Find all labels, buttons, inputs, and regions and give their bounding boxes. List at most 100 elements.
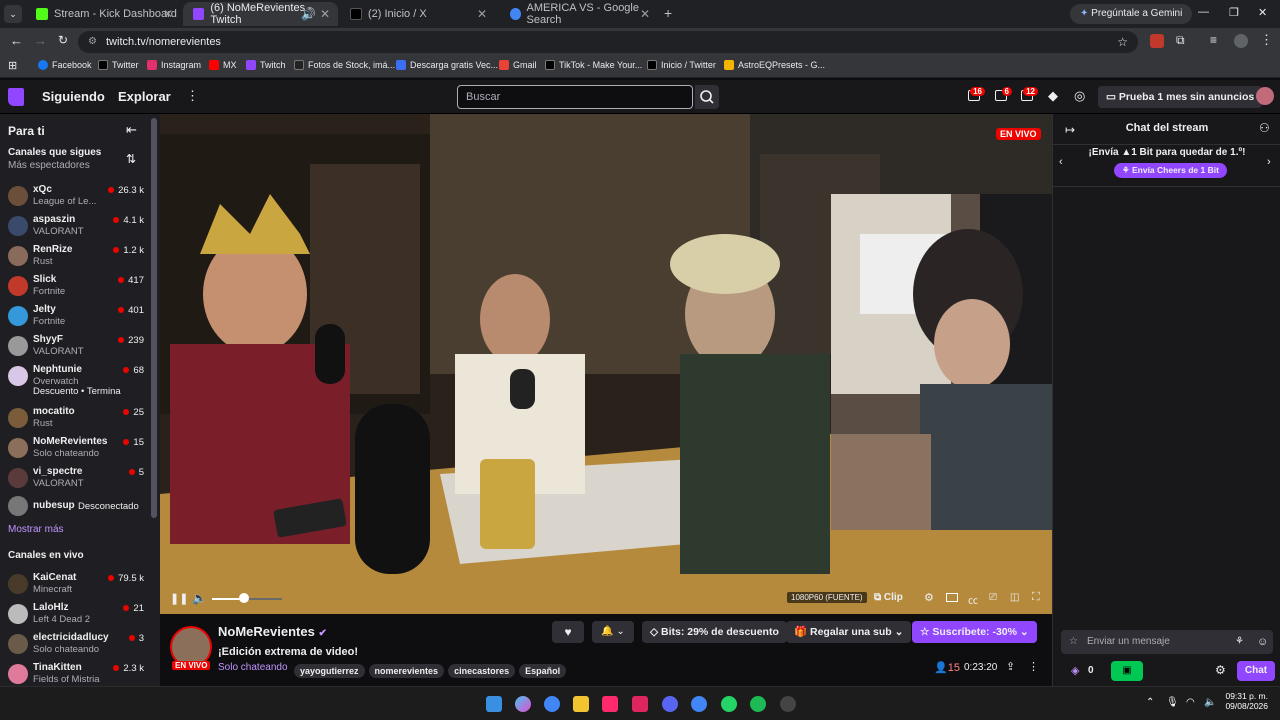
wifi-icon[interactable]: ◠ bbox=[1186, 697, 1195, 708]
sidebar-channel[interactable]: Slick Fortnite 417 bbox=[0, 272, 150, 302]
bookmark-facebook[interactable]: Facebook bbox=[38, 60, 92, 70]
captions-icon[interactable]: ㏄ bbox=[968, 592, 978, 607]
gemini-button[interactable]: ✦ Pregúntale a Gemini bbox=[1070, 4, 1193, 24]
volume-icon[interactable]: 🔈 bbox=[192, 591, 207, 605]
tray-chevron-icon[interactable]: ⌃ bbox=[1146, 697, 1154, 708]
bits-icon[interactable]: ◆ bbox=[1048, 88, 1058, 104]
vectary-icon[interactable] bbox=[632, 696, 648, 712]
sidebar-channel[interactable]: KaiCenat Minecraft 79.5 k bbox=[0, 570, 150, 600]
tab-list-button[interactable]: ⌄ bbox=[4, 5, 22, 23]
sidebar-channel-offline[interactable]: nubesup Desconectado bbox=[0, 492, 150, 522]
video-player[interactable]: EN VIVO ❚❚ 🔈 1080P60 (FUENTE) ⧉ Clip ⚙ ㏄… bbox=[160, 114, 1052, 614]
collapse-sidebar-icon[interactable]: ⇤ bbox=[126, 122, 137, 138]
follow-heart-button[interactable]: ♥ bbox=[552, 621, 584, 643]
bookmark-tiktok[interactable]: TikTok - Make Your... bbox=[545, 60, 642, 70]
bookmark-twitch[interactable]: Twitch bbox=[246, 60, 286, 70]
notifications-icon[interactable]: 12 bbox=[1021, 87, 1038, 101]
close-icon[interactable]: ✕ bbox=[320, 7, 330, 21]
maximize-button[interactable]: ❐ bbox=[1229, 6, 1239, 19]
sidebar-channel[interactable]: aspaszin VALORANT 4.1 k bbox=[0, 212, 150, 242]
windows-start-icon[interactable] bbox=[486, 696, 502, 712]
whatsapp-icon[interactable] bbox=[721, 696, 737, 712]
tab-x[interactable]: (2) Inicio / X ✕ bbox=[340, 2, 495, 26]
tab-google[interactable]: AMERICA VS - Google Search ✕ bbox=[500, 2, 658, 26]
sidebar-channel[interactable]: NoMeRevientes Solo chateando 15 bbox=[0, 434, 150, 464]
channel-points-icon[interactable]: ◈ bbox=[1071, 664, 1079, 677]
clip-button[interactable]: ⧉ Clip bbox=[874, 592, 903, 603]
nav-browse[interactable]: Explorar bbox=[118, 89, 171, 104]
spotify-icon[interactable] bbox=[750, 696, 766, 712]
tab-twitch[interactable]: (6) NoMeRevientes - Twitch 🔊 ✕ bbox=[183, 2, 338, 26]
close-window-button[interactable]: ✕ bbox=[1258, 6, 1267, 19]
pause-icon[interactable]: ❚❚ bbox=[170, 592, 188, 605]
tiktok-app-icon[interactable] bbox=[602, 696, 618, 712]
whispers-icon[interactable]: ◎ bbox=[1074, 88, 1085, 104]
theater-mode-icon[interactable] bbox=[946, 593, 958, 602]
user-avatar[interactable] bbox=[1256, 87, 1274, 105]
claim-bonus-button[interactable]: ▣ bbox=[1111, 661, 1143, 681]
drops-icon[interactable]: 6 bbox=[995, 87, 1012, 101]
forward-icon[interactable]: → bbox=[34, 33, 47, 48]
extensions-puzzle-icon[interactable]: ⧉ bbox=[1176, 33, 1185, 48]
clock[interactable]: 09:31 p. m. 09/08/2026 bbox=[1222, 691, 1268, 711]
turbo-button[interactable]: ▭ Prueba 1 mes sin anuncios bbox=[1098, 86, 1263, 108]
stream-tag[interactable]: yayogutierrez bbox=[294, 664, 365, 678]
bookmark-star-icon[interactable]: ☆ bbox=[1117, 31, 1128, 53]
close-icon[interactable]: ✕ bbox=[163, 7, 173, 21]
stream-tag[interactable]: cinecastores bbox=[448, 664, 516, 678]
back-icon[interactable]: ← bbox=[10, 33, 23, 48]
new-tab-button[interactable]: + bbox=[664, 5, 672, 21]
microphone-icon[interactable]: 🎙 bbox=[1166, 697, 1179, 708]
file-explorer-icon[interactable] bbox=[573, 696, 589, 712]
site-info-icon[interactable]: ⚙ bbox=[88, 31, 97, 53]
more-options-icon[interactable]: ⋮ bbox=[1028, 660, 1039, 673]
chat-badge-icon[interactable]: ☆ bbox=[1069, 630, 1078, 654]
chrome-menu-icon[interactable]: ⋮ bbox=[1260, 32, 1273, 48]
bookmark-inicio-twitter[interactable]: Inicio / Twitter bbox=[647, 60, 716, 70]
community-icon[interactable]: ⚇ bbox=[1259, 121, 1270, 135]
cheer-bits-icon[interactable]: ⚘ bbox=[1235, 630, 1244, 654]
bookmark-mx[interactable]: MX bbox=[209, 60, 237, 70]
bookmark-instagram[interactable]: Instagram bbox=[147, 60, 201, 70]
sidebar-channel[interactable]: mocatito Rust 25 bbox=[0, 404, 150, 434]
bits-discount-button[interactable]: ◇ Bits: 29% de descuento bbox=[642, 621, 787, 643]
sidebar-scrollbar[interactable] bbox=[151, 118, 157, 518]
emote-picker-icon[interactable]: ☺ bbox=[1257, 630, 1268, 654]
settings-gear-icon[interactable]: ⚙ bbox=[924, 591, 934, 604]
more-menu-icon[interactable]: ⋮ bbox=[186, 88, 199, 104]
stream-tag[interactable]: nomerevientes bbox=[368, 664, 445, 678]
chat-settings-icon[interactable]: ⚙ bbox=[1215, 663, 1226, 677]
volume-knob[interactable] bbox=[238, 593, 249, 603]
sort-icon[interactable]: ⇅ bbox=[126, 152, 136, 166]
sidebar-toggle-icon[interactable]: ◫ bbox=[1010, 592, 1019, 603]
channel-name[interactable]: NoMeRevientes ✔ bbox=[218, 624, 327, 639]
search-button[interactable] bbox=[695, 85, 719, 109]
chat-message-input[interactable]: ☆ Enviar un mensaje ⚘ ☺ bbox=[1061, 630, 1273, 654]
twitch-logo-icon[interactable] bbox=[8, 88, 24, 106]
subscribe-button[interactable]: ☆ Suscríbete: -30% ⌄ bbox=[912, 621, 1037, 643]
extension-icon[interactable] bbox=[1150, 34, 1164, 48]
next-chevron-icon[interactable]: › bbox=[1267, 156, 1271, 168]
close-icon[interactable]: ✕ bbox=[640, 7, 650, 21]
sidebar-channel[interactable]: RenRize Rust 1.2 k bbox=[0, 242, 150, 272]
minimize-button[interactable]: — bbox=[1198, 6, 1209, 18]
sidebar-channel[interactable]: ShyyF VALORANT 239 bbox=[0, 332, 150, 362]
bookmark-vecteezy[interactable]: Descarga gratis Vec... bbox=[396, 60, 498, 70]
show-more-link[interactable]: Mostrar más bbox=[8, 524, 64, 535]
gift-sub-button[interactable]: 🎁 Regalar una sub ⌄ bbox=[786, 621, 912, 643]
chrome-icon[interactable] bbox=[544, 696, 560, 712]
sidebar-channel[interactable]: Nephtunie Overwatch 68 Descuento • Termina bbox=[0, 362, 150, 397]
reload-icon[interactable]: ↻ bbox=[58, 33, 68, 47]
search-input[interactable]: Buscar bbox=[457, 85, 693, 109]
sidebar-channel[interactable]: xQc League of Le... 26.3 k bbox=[0, 182, 150, 212]
inbox-icon[interactable]: 16 bbox=[968, 87, 985, 101]
close-icon[interactable]: ✕ bbox=[477, 7, 487, 21]
sidebar-channel[interactable]: vi_spectre VALORANT 5 bbox=[0, 464, 150, 494]
bookmark-astroeq[interactable]: AstroEQPresets - G... bbox=[724, 60, 825, 70]
obs-icon[interactable] bbox=[780, 696, 796, 712]
media-control-icon[interactable]: ≡ bbox=[1210, 33, 1217, 47]
discord-icon[interactable] bbox=[662, 696, 678, 712]
bookmark-stock[interactable]: Fotos de Stock, imá... bbox=[294, 60, 395, 70]
quality-badge[interactable]: 1080P60 (FUENTE) bbox=[787, 592, 867, 603]
profile-avatar[interactable] bbox=[1234, 34, 1248, 48]
